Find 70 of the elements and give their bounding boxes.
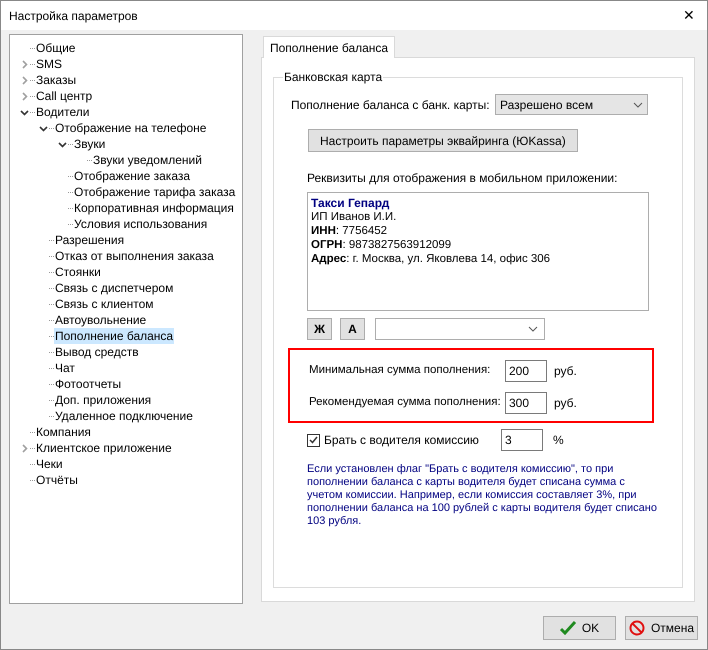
tree-item[interactable]: Клиентское приложение [35, 440, 173, 456]
ok-button[interactable]: OK [543, 616, 616, 640]
tree-item[interactable]: Автоувольнение [54, 312, 148, 328]
chevron-down-icon[interactable] [20, 108, 28, 116]
tree-item[interactable]: Вывод средств [54, 344, 140, 360]
tree-item[interactable]: SMS [35, 56, 64, 72]
chevron-right-icon[interactable] [20, 444, 28, 452]
format-button[interactable]: Ж [307, 318, 332, 340]
checkbox-label: Брать с водителя комиссию [324, 432, 480, 449]
tree-item[interactable]: Удаленное подключение [54, 408, 194, 424]
tree-item[interactable]: Связь с диспетчером [54, 280, 174, 296]
caret-icon [633, 102, 643, 108]
check-icon [560, 621, 576, 635]
unit-label: руб. [554, 395, 577, 412]
tree-item[interactable]: Условия использования [73, 216, 208, 232]
chevron-right-icon[interactable] [20, 76, 28, 84]
commission-note: Если установлен флаг "Брать с водителя комиссию", то при пополнении баланса с карты водителя будет списана сумма с учетом комиссии. Например, если комиссия составляет 3%, при пополнении баланса на 100 рублей с карты водителя будет списано 103 рубля. [307, 463, 658, 528]
tree-item[interactable]: Разрешения [54, 232, 126, 248]
tree-item[interactable]: Звуки [73, 136, 106, 152]
unit-label: % [553, 432, 564, 449]
tree-item[interactable]: Заказы [35, 72, 78, 88]
unit-label: руб. [554, 363, 577, 380]
tree-item[interactable]: Отображение на телефоне [54, 120, 208, 136]
amount-label: Минимальная сумма пополнения: [309, 363, 492, 378]
tab[interactable]: Пополнение баланса [263, 36, 396, 58]
close-button[interactable]: ✕ [671, 1, 707, 30]
requisites-line: ОГРН: 9873827563912099 [311, 238, 452, 252]
tree-item[interactable]: Отображение тарифа заказа [73, 184, 236, 200]
chevron-right-icon[interactable] [20, 60, 28, 68]
tree-item[interactable]: Водители [35, 104, 90, 120]
commission-field[interactable]: 3 [501, 429, 543, 451]
requisites-field[interactable]: Такси Гепард ИП Иванов И.И. ИНН: 7756452 ОГРН: 9873827563912099 Адрес: г. Москва, ул. Яковлева 14, офис 306 [307, 192, 649, 311]
requisites-line: Адрес: г. Москва, ул. Яковлева 14, офис 306 [311, 252, 550, 266]
check-icon [309, 436, 318, 444]
checkbox[interactable] [307, 434, 320, 446]
chevron-right-icon[interactable] [20, 92, 28, 100]
tree-item[interactable]: Чат [54, 360, 76, 376]
tree-item[interactable]: Чеки [35, 456, 64, 472]
no-entry-icon [628, 620, 645, 636]
amount-field[interactable]: 200 [505, 360, 547, 382]
requisites-line: ИП Иванов И.И. [311, 210, 396, 224]
group-title: Банковская карта [283, 69, 384, 86]
requisites-title: Такси Гепард [311, 196, 390, 210]
tree-item[interactable]: Отчёты [35, 472, 79, 488]
acquiring-button[interactable]: Настроить параметры эквайринга (ЮKassa) [308, 129, 578, 152]
window-title: Настройка параметров [9, 8, 138, 24]
tree-item[interactable]: Стоянки [54, 264, 102, 280]
format-button[interactable]: А [340, 318, 365, 340]
topup-select[interactable]: Разрешено всем [495, 94, 648, 115]
tree-item[interactable]: Звуки уведомлений [92, 152, 203, 168]
chevron-down-icon[interactable] [58, 140, 66, 148]
font-select[interactable] [375, 318, 545, 340]
tree-item[interactable]: Отказ от выполнения заказа [54, 248, 215, 264]
requisites-label: Реквизиты для отображения в мобильном приложении: [307, 170, 618, 187]
tree-item[interactable]: Связь с клиентом [54, 296, 155, 312]
caret-icon [528, 326, 538, 332]
tree-item[interactable]: Общие [35, 40, 76, 56]
amount-label: Рекомендуемая сумма пополнения: [309, 395, 502, 410]
tree-item[interactable]: Корпоративная информация [73, 200, 235, 216]
chevron-down-icon[interactable] [38, 124, 48, 132]
tree-item[interactable]: Доп. приложения [54, 392, 152, 408]
tree-item[interactable]: Компания [35, 424, 92, 440]
tree-item[interactable]: Отображение заказа [73, 168, 192, 184]
field-label: Пополнение баланса с банк. карты: [291, 96, 491, 114]
tree-item[interactable]: Фотоотчеты [54, 376, 122, 392]
requisites-line: ИНН: 7756452 [311, 224, 388, 238]
tree-item[interactable]: Call центр [35, 88, 94, 104]
cancel-button[interactable]: Отмена [625, 616, 698, 640]
amount-field[interactable]: 300 [505, 392, 547, 414]
tree-item[interactable]: Пополнение баланса [54, 328, 174, 344]
